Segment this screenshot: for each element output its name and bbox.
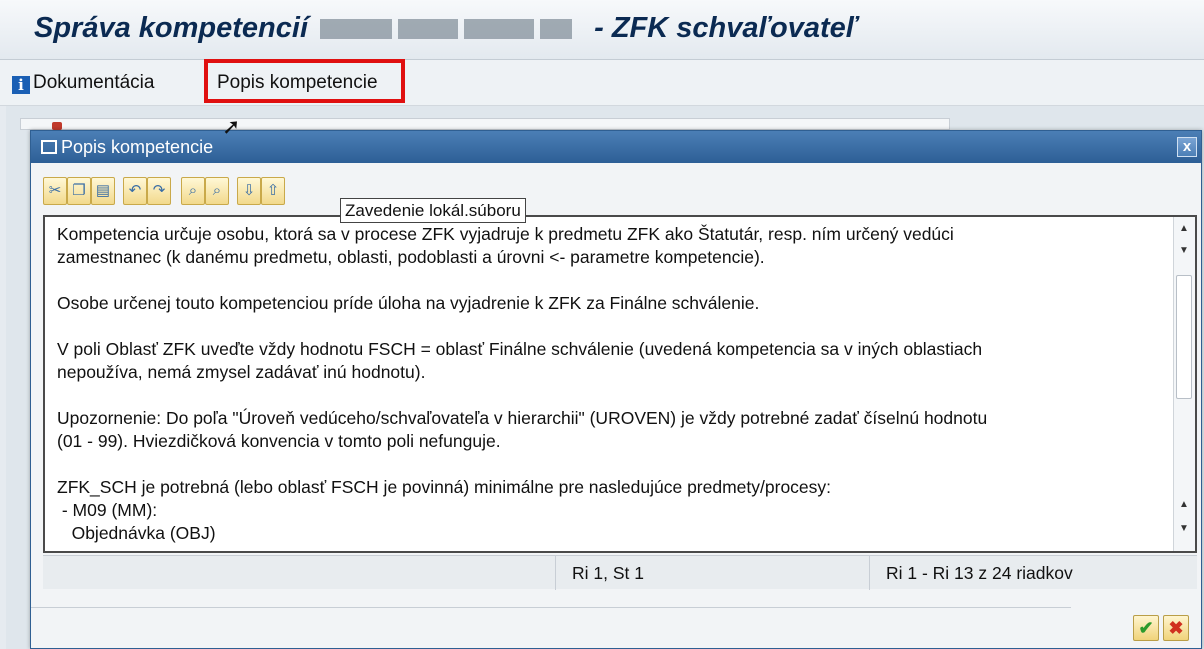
scroll-up-icon[interactable]: ▲ <box>1177 223 1191 235</box>
scroll-down-icon[interactable]: ▼ <box>1177 245 1191 257</box>
undo-icon[interactable]: ↶ <box>123 177 147 205</box>
edit-icon <box>41 140 57 154</box>
competence-description-dialog: Popis kompetencie x ✂ ❐ ▤ ↶ ↷ ⌕ ⌕ ⇩ ⇧ Ko… <box>30 130 1202 649</box>
scroll-thumb[interactable] <box>1176 275 1192 399</box>
line-count: Ri 1 - Ri 13 z 24 riadkov <box>869 556 1073 590</box>
scroll-down-icon[interactable]: ▼ <box>1177 523 1191 535</box>
cursor-position: Ri 1, St 1 <box>555 556 644 590</box>
app-title-prefix: Správa kompetencií <box>34 12 308 44</box>
editor-status-bar: Ri 1, St 1 Ri 1 - Ri 13 z 24 riadkov <box>43 555 1197 590</box>
mouse-cursor-icon: ➚ <box>222 114 241 139</box>
app-title: Správa kompetencií - ZFK schvaľovateľ <box>34 12 857 45</box>
confirm-button[interactable]: ✔ <box>1133 615 1159 641</box>
background-panel <box>20 118 950 130</box>
close-button[interactable]: x <box>1177 137 1197 157</box>
dialog-title-bar: Popis kompetencie x <box>31 131 1201 163</box>
title-bar: Správa kompetencií - ZFK schvaľovateľ <box>0 0 1204 60</box>
download-file-icon[interactable]: ⇩ <box>237 177 261 205</box>
documentation-menu-item[interactable]: i Dokumentácia <box>12 70 154 96</box>
editor-text[interactable]: Kompetencia určuje osobu, ktorá sa v pro… <box>57 223 1167 551</box>
documentation-label: Dokumentácia <box>33 72 155 93</box>
background-status-icon <box>52 122 62 130</box>
find-icon[interactable]: ⌕ <box>181 177 205 205</box>
upload-file-icon[interactable]: ⇧ <box>261 177 285 205</box>
paste-icon[interactable]: ▤ <box>91 177 115 205</box>
footer-divider <box>31 607 1071 608</box>
app-title-suffix: - ZFK schvaľovateľ <box>594 12 858 44</box>
cancel-button[interactable]: ✖ <box>1163 615 1189 641</box>
menu-bar: i Dokumentácia Popis kompetencie <box>0 60 1204 106</box>
dialog-title: Popis kompetencie <box>61 137 214 157</box>
redo-icon[interactable]: ↷ <box>147 177 171 205</box>
find-next-icon[interactable]: ⌕ <box>205 177 229 205</box>
cut-icon[interactable]: ✂ <box>43 177 67 205</box>
tooltip: Zavedenie lokál.súboru <box>340 198 526 223</box>
redacted-block <box>320 14 578 39</box>
text-editor[interactable]: Kompetencia určuje osobu, ktorá sa v pro… <box>43 215 1197 553</box>
scroll-up-icon[interactable]: ▲ <box>1177 499 1191 511</box>
copy-icon[interactable]: ❐ <box>67 177 91 205</box>
info-icon: i <box>12 76 30 94</box>
highlight-box <box>204 59 405 103</box>
vertical-scrollbar[interactable]: ▲ ▼ ▲ ▼ <box>1173 217 1195 551</box>
background-edge <box>0 106 6 649</box>
